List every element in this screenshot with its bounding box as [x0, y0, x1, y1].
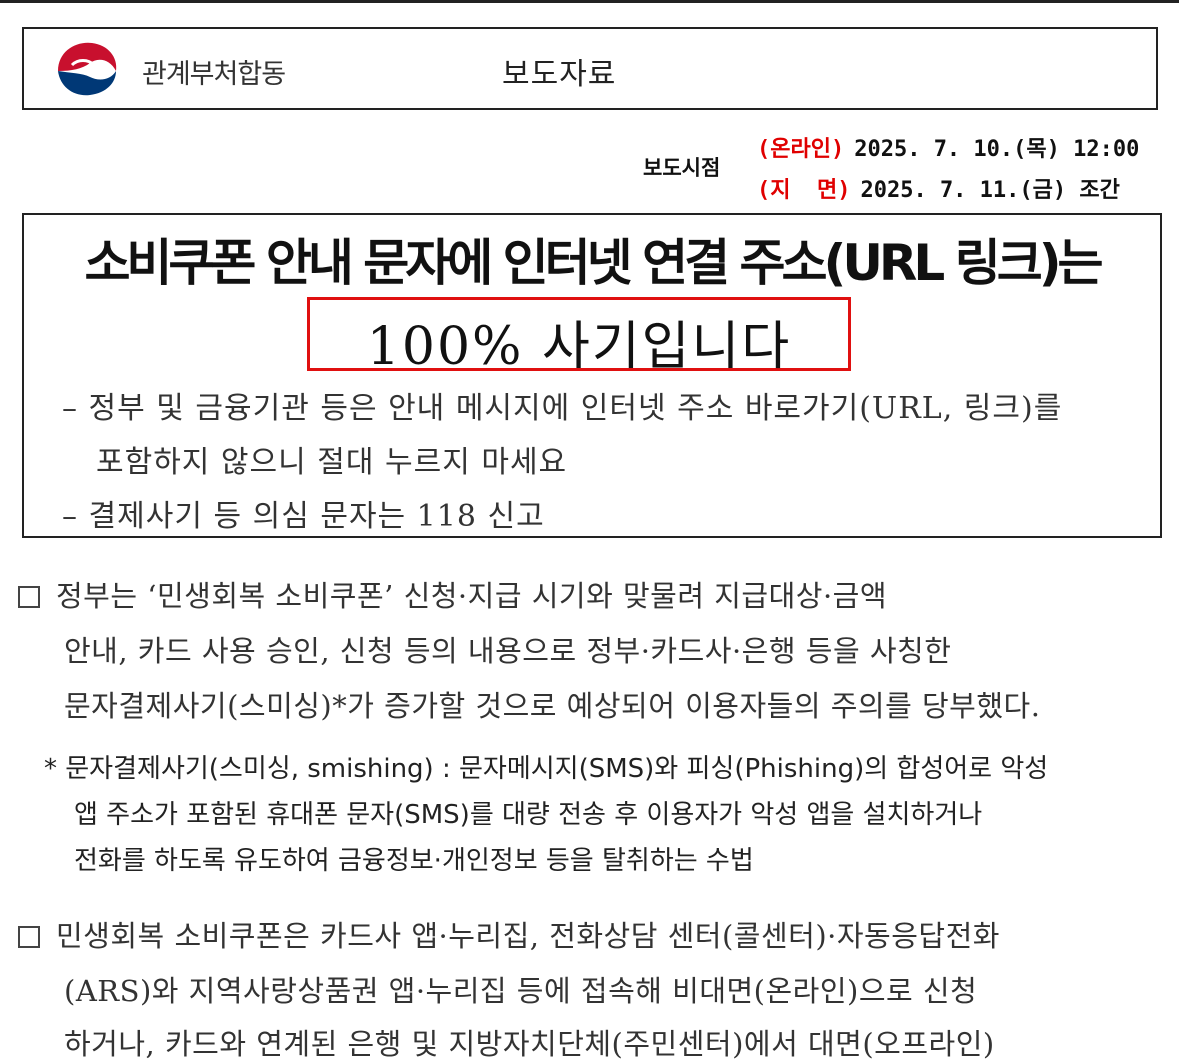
- paragraph-2-line-3: 하거나, 카드와 연계된 은행 및 지방자치단체(주민센터)에서 대면(오프라인…: [64, 1027, 995, 1061]
- headline-highlight-box: 100% 사기입니다: [307, 297, 851, 377]
- press-header: 관계부처합동 보도자료: [22, 27, 1158, 110]
- paragraph-text: 정부는 ‘민생회복 소비쿠폰’ 신청·지급 시기와 맞물려 지급대상·금액: [56, 579, 888, 613]
- release-print-date: 2025. 7. 11.(금) 조간: [860, 178, 1120, 203]
- release-time-label: 보도시점: [643, 156, 721, 180]
- paragraph-1-line-1: 정부는 ‘민생회복 소비쿠폰’ 신청·지급 시기와 맞물려 지급대상·금액: [18, 573, 887, 615]
- release-print-row: (지 면) 2025. 7. 11.(금) 조간: [757, 172, 1120, 204]
- department-name: 관계부처합동: [142, 59, 286, 90]
- release-online-kind: (온라인): [757, 137, 845, 162]
- release-print-kind: (지 면): [757, 178, 851, 203]
- paragraph-1-line-2: 안내, 카드 사용 승인, 신청 등의 내용으로 정부·카드사·은행 등을 사칭…: [64, 634, 952, 668]
- bullet-box-icon: [18, 586, 40, 608]
- footnote-line-1: * 문자결제사기(스미싱, smishing) : 문자메시지(SMS)와 피싱…: [44, 754, 1049, 784]
- headline-highlight: 100% 사기입니다: [366, 317, 792, 377]
- taegeuk-emblem-icon: [58, 42, 117, 96]
- headline-box: 소비쿠폰 안내 문자에 인터넷 연결 주소(URL 링크)는 100% 사기입니…: [22, 213, 1162, 538]
- top-rule: [0, 0, 1179, 3]
- footnote-line-2: 앱 주소가 포함된 휴대폰 문자(SMS)를 대량 전송 후 이용자가 악성 앱…: [74, 800, 983, 830]
- release-online-date: 2025. 7. 10.(목) 12:00: [854, 137, 1140, 162]
- paragraph-2-line-1: 민생회복 소비쿠폰은 카드사 앱·누리집, 전화상담 센터(콜센터)·자동응답전…: [18, 913, 1000, 955]
- subheadline-1: – 정부 및 금융기관 등은 안내 메시지에 인터넷 주소 바로가기(URL, …: [62, 391, 1063, 426]
- release-online-row: (온라인) 2025. 7. 10.(목) 12:00: [757, 131, 1139, 163]
- document-type: 보도자료: [502, 57, 617, 92]
- paragraph-text: 민생회복 소비쿠폰은 카드사 앱·누리집, 전화상담 센터(콜센터)·자동응답전…: [56, 919, 1000, 953]
- paragraph-1-line-3: 문자결제사기(스미싱)*가 증가할 것으로 예상되어 이용자들의 주의를 당부했…: [64, 689, 1041, 723]
- headline-title: 소비쿠폰 안내 문자에 인터넷 연결 주소(URL 링크)는: [84, 234, 1103, 292]
- paragraph-2-line-2: (ARS)와 지역사랑상품권 앱·누리집 등에 접속해 비대면(온라인)으로 신…: [64, 974, 978, 1008]
- subheadline-2: – 결제사기 등 의심 문자는 118 신고: [62, 499, 545, 534]
- footnote-line-3: 전화를 하도록 유도하여 금융정보·개인정보 등을 탈취하는 수법: [74, 846, 754, 876]
- subheadline-1-cont: 포함하지 않으니 절대 누르지 마세요: [96, 445, 568, 480]
- bullet-box-icon: [18, 926, 40, 948]
